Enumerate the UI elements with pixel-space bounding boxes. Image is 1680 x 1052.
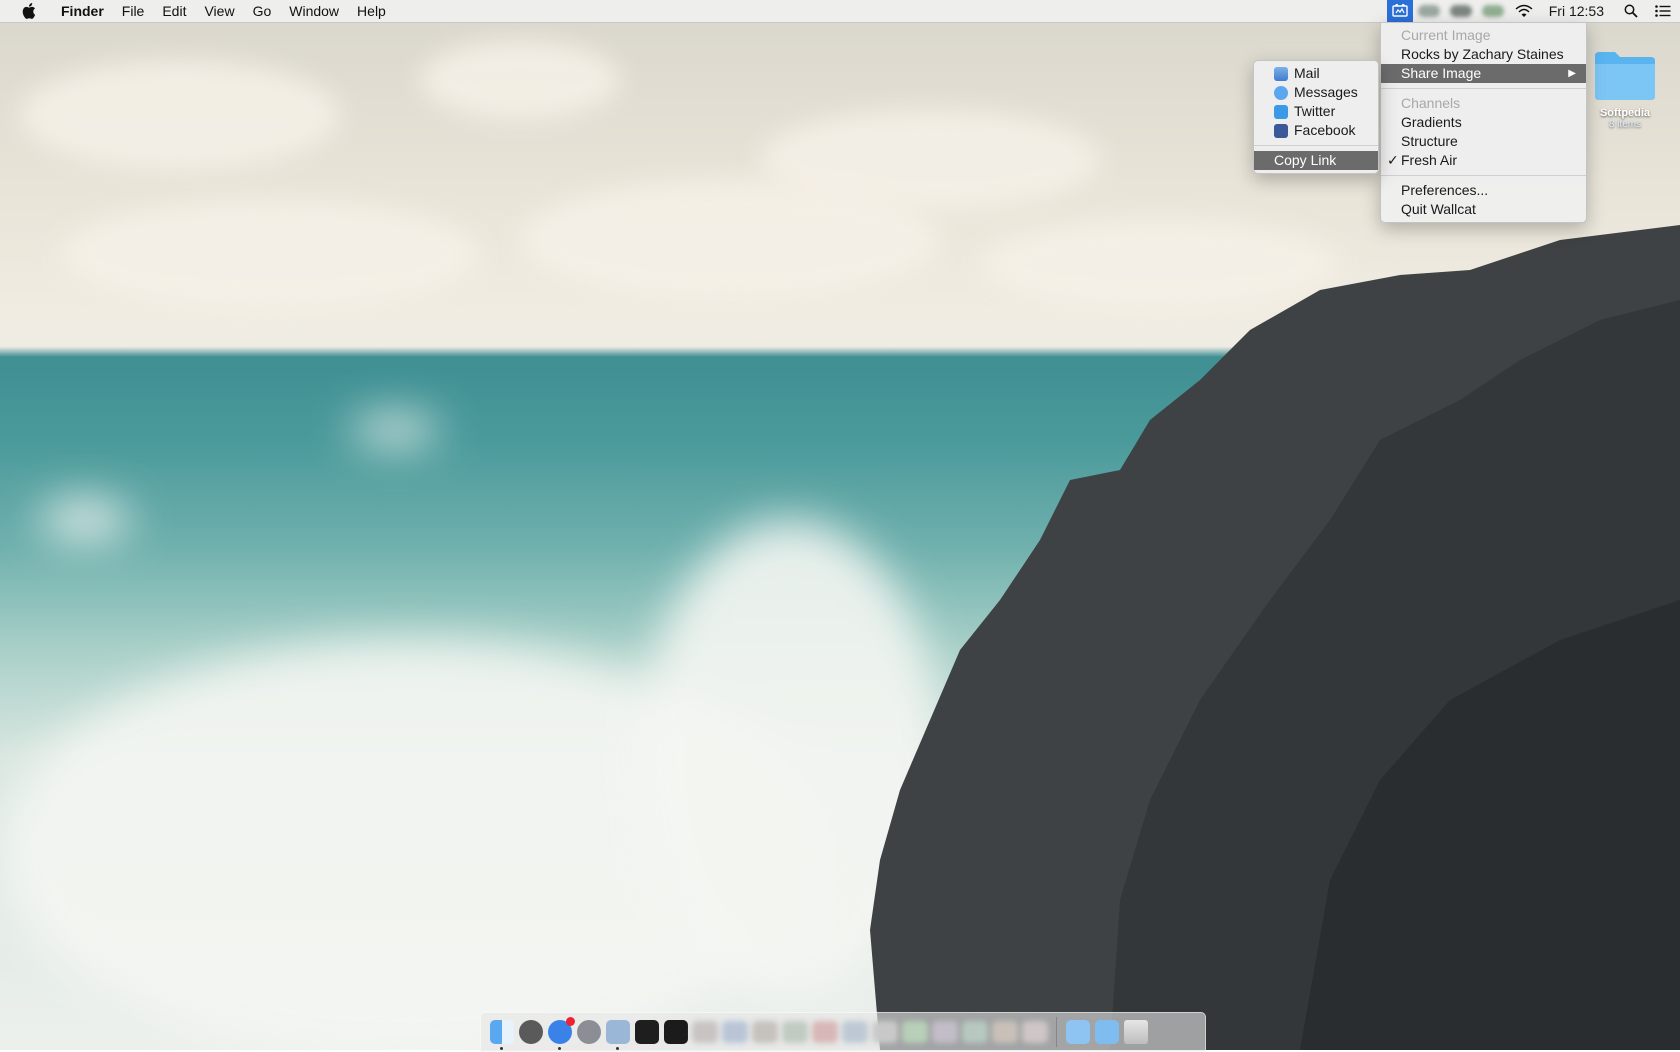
wifi-icon[interactable] bbox=[1509, 0, 1539, 22]
blurred-status-icon[interactable] bbox=[1481, 5, 1504, 17]
channel-structure[interactable]: Structure bbox=[1381, 132, 1586, 151]
blurred-dock-icon[interactable] bbox=[902, 1021, 928, 1043]
share-twitter-item[interactable]: Twitter bbox=[1254, 102, 1378, 121]
facebook-icon bbox=[1274, 124, 1288, 138]
dock bbox=[480, 1012, 1206, 1052]
blurred-dock-icon[interactable] bbox=[812, 1021, 838, 1043]
menu-help[interactable]: Help bbox=[348, 0, 395, 22]
preferences-item[interactable]: Preferences... bbox=[1381, 181, 1586, 200]
blurred-dock-icon[interactable] bbox=[1022, 1021, 1048, 1043]
spotlight-search-icon[interactable] bbox=[1616, 0, 1646, 22]
blurred-dock-icon[interactable] bbox=[752, 1021, 778, 1043]
quit-wallcat-item[interactable]: Quit Wallcat bbox=[1381, 200, 1586, 219]
downloads-folder-dock-icon[interactable] bbox=[1095, 1020, 1119, 1044]
share-messages-label: Messages bbox=[1294, 84, 1358, 100]
blurred-dock-icon[interactable] bbox=[992, 1021, 1018, 1043]
applications-folder-dock-icon[interactable] bbox=[1066, 1020, 1090, 1044]
menu-separator bbox=[1254, 145, 1378, 146]
menu-separator bbox=[1381, 175, 1586, 176]
menu-window[interactable]: Window bbox=[280, 0, 348, 22]
folder-name: Softpedia bbox=[1599, 107, 1651, 119]
menubar-clock[interactable]: Fri 12:53 bbox=[1539, 0, 1616, 22]
blurred-dock-icon[interactable] bbox=[722, 1021, 748, 1043]
share-messages-item[interactable]: Messages bbox=[1254, 83, 1378, 102]
menu-go[interactable]: Go bbox=[244, 0, 281, 22]
blurred-dock-icon[interactable] bbox=[962, 1021, 988, 1043]
terminal-dock-icon[interactable] bbox=[635, 1020, 659, 1044]
blurred-dock-icon[interactable] bbox=[932, 1021, 958, 1043]
submenu-arrow-icon: ▶ bbox=[1568, 68, 1576, 79]
share-image-label: Share Image bbox=[1401, 65, 1482, 81]
share-submenu: Mail Messages Twitter Facebook Copy Link bbox=[1253, 60, 1379, 174]
share-image-item[interactable]: Share Image ▶ bbox=[1381, 64, 1586, 83]
apple-menu-icon[interactable] bbox=[20, 2, 38, 20]
menu-bar: Finder File Edit View Go Window Help Fri… bbox=[0, 0, 1680, 23]
channels-header: Channels bbox=[1401, 95, 1461, 111]
blurred-dock-icon[interactable] bbox=[842, 1021, 868, 1043]
share-twitter-label: Twitter bbox=[1294, 103, 1336, 119]
menu-view[interactable]: View bbox=[195, 0, 243, 22]
desktop-folder[interactable]: Softpedia 8 items bbox=[1588, 48, 1662, 130]
app-store-dock-icon[interactable] bbox=[548, 1017, 575, 1050]
notification-center-icon[interactable] bbox=[1646, 0, 1680, 22]
current-image-header: Current Image bbox=[1401, 27, 1491, 43]
menu-file[interactable]: File bbox=[113, 0, 154, 22]
copy-link-item[interactable]: Copy Link bbox=[1254, 151, 1378, 170]
dock-divider bbox=[1056, 1017, 1057, 1047]
channel-fresh-air[interactable]: ✓ Fresh Air bbox=[1381, 151, 1586, 170]
trash-dock-icon[interactable] bbox=[1124, 1020, 1148, 1044]
folder-item-count: 8 items bbox=[1608, 119, 1642, 130]
finder-dock-icon[interactable] bbox=[490, 1020, 514, 1050]
wallcat-dropdown-menu: Current Image Rocks by Zachary Staines S… bbox=[1380, 22, 1587, 223]
share-mail-item[interactable]: Mail bbox=[1254, 64, 1378, 83]
blurred-status-icon[interactable] bbox=[1449, 5, 1472, 17]
preview-dock-icon[interactable] bbox=[606, 1020, 630, 1050]
notification-badge bbox=[566, 1017, 575, 1026]
blurred-status-icon[interactable] bbox=[1417, 5, 1440, 17]
wallcat-status-icon[interactable] bbox=[1386, 0, 1413, 22]
blurred-dock-icon[interactable] bbox=[692, 1021, 718, 1043]
share-facebook-label: Facebook bbox=[1294, 122, 1356, 138]
channel-fresh-air-label: Fresh Air bbox=[1401, 152, 1458, 168]
folder-icon bbox=[1595, 52, 1655, 100]
twitter-icon bbox=[1274, 105, 1288, 119]
activity-monitor-dock-icon[interactable] bbox=[664, 1020, 688, 1044]
share-facebook-item[interactable]: Facebook bbox=[1254, 121, 1378, 140]
launchpad-dock-icon[interactable] bbox=[577, 1020, 601, 1044]
system-preferences-dock-icon[interactable] bbox=[519, 1020, 543, 1044]
checkmark-icon: ✓ bbox=[1387, 152, 1399, 168]
share-mail-label: Mail bbox=[1294, 65, 1320, 81]
menu-separator bbox=[1381, 88, 1586, 89]
messages-icon bbox=[1274, 86, 1288, 100]
image-credit-item[interactable]: Rocks by Zachary Staines bbox=[1381, 45, 1586, 64]
app-menu-finder[interactable]: Finder bbox=[52, 0, 113, 22]
blurred-dock-icon[interactable] bbox=[782, 1021, 808, 1043]
menu-edit[interactable]: Edit bbox=[153, 0, 195, 22]
channel-gradients[interactable]: Gradients bbox=[1381, 113, 1586, 132]
blurred-dock-icon[interactable] bbox=[872, 1021, 898, 1043]
mail-icon bbox=[1274, 67, 1288, 81]
